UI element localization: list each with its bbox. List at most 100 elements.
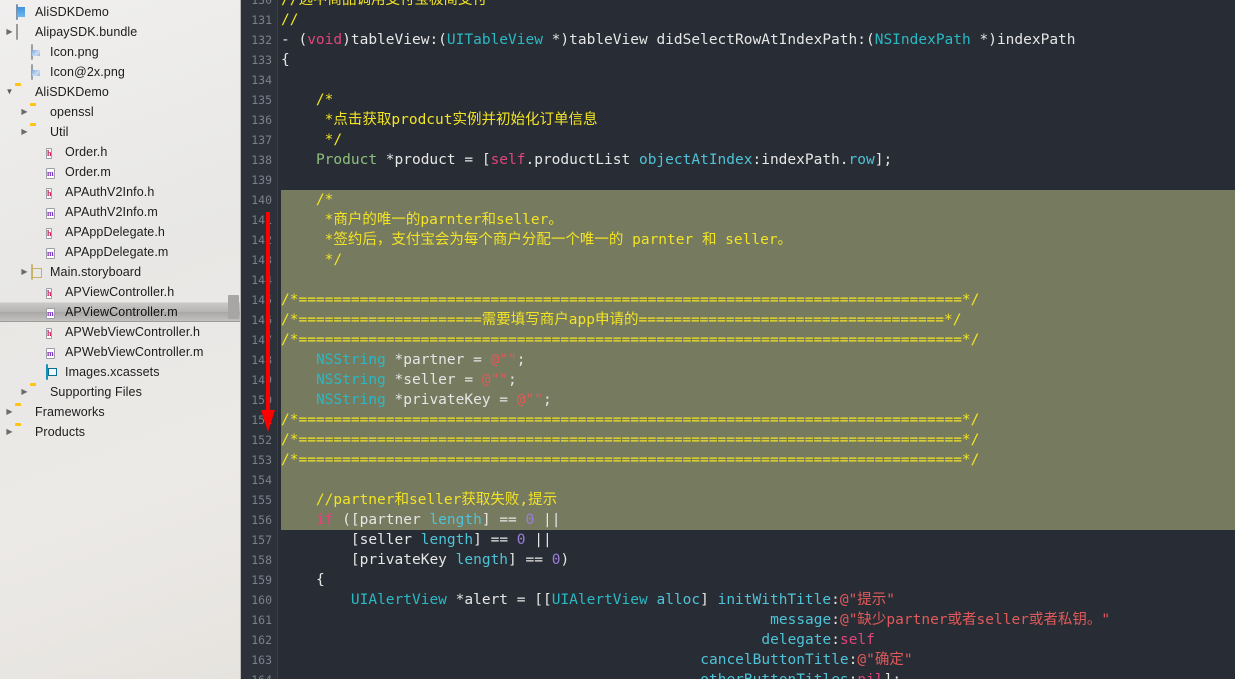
- sidebar-item-products[interactable]: ▶ Products: [0, 422, 240, 442]
- disclosure-spacer: ▶: [34, 308, 45, 316]
- folder-icon: [15, 85, 30, 100]
- code-line[interactable]: /*======================================…: [281, 410, 979, 430]
- sidebar-item-icon-2x-png[interactable]: ▶ Icon@2x.png: [0, 62, 240, 82]
- disclosure-spacer: ▶: [34, 248, 45, 256]
- sidebar-item-order-h[interactable]: ▶h Order.h: [0, 142, 240, 162]
- line-number: 158: [251, 553, 272, 567]
- sidebar-item-apappdelegate-m[interactable]: ▶m APAppDelegate.m: [0, 242, 240, 262]
- sidebar-item-supporting-files[interactable]: ▶ Supporting Files: [0, 382, 240, 402]
- project-navigator[interactable]: ▶ AliSDKDemo ▶ AlipaySDK.bundle ▶ Icon.png ▶ Ic…: [0, 0, 241, 679]
- code-line[interactable]: /*=====================需要填写商户app申请的=====…: [281, 310, 961, 330]
- code-line[interactable]: //partner和seller获取失败,提示: [281, 490, 557, 510]
- sidebar-item-apwebviewcontroller-m[interactable]: ▶m APWebViewController.m: [0, 342, 240, 362]
- code-line[interactable]: Product *product = [self.productList obj…: [281, 150, 892, 170]
- sidebar-item-alisdkdemo[interactable]: ▶ AliSDKDemo: [0, 2, 240, 22]
- sidebar-item-label: APAppDelegate.m: [65, 245, 169, 259]
- code-line[interactable]: *点击获取prodcut实例并初始化订单信息: [281, 110, 598, 130]
- disclosure-spacer: ▶: [34, 368, 45, 376]
- sidebar-item-label: AliSDKDemo: [35, 85, 109, 99]
- code-line[interactable]: *商户的唯一的parnter和seller。: [281, 210, 563, 230]
- code-line[interactable]: /*: [281, 190, 333, 210]
- code-line[interactable]: *签约后，支付宝会为每个商户分配一个唯一的 parnter 和 seller。: [281, 230, 792, 250]
- code-line[interactable]: [privateKey length] == 0): [281, 550, 569, 570]
- code-line[interactable]: /*======================================…: [281, 430, 979, 450]
- code-line[interactable]: /*======================================…: [281, 450, 979, 470]
- method-file-icon: m: [46, 347, 55, 359]
- code-line[interactable]: cancelButtonTitle:@"确定": [281, 650, 912, 670]
- sidebar-item-frameworks[interactable]: ▶ Frameworks: [0, 402, 240, 422]
- sidebar-item-main-storyboard[interactable]: ▶ Main.storyboard: [0, 262, 240, 282]
- sidebar-item-util[interactable]: ▶ Util: [0, 122, 240, 142]
- sidebar-item-label: APWebViewController.m: [65, 345, 204, 359]
- line-number: 156: [251, 513, 272, 527]
- sidebar-item-apauthv2info-h[interactable]: ▶h APAuthV2Info.h: [0, 182, 240, 202]
- code-line[interactable]: message:@"缺少partner或者seller或者私钥。": [281, 610, 1110, 630]
- disclosure-spacer: ▶: [34, 228, 45, 236]
- chevron-right-icon[interactable]: ▶: [19, 108, 30, 116]
- code-line[interactable]: NSString *partner = @"";: [281, 350, 526, 370]
- sidebar-item-apappdelegate-h[interactable]: ▶h APAppDelegate.h: [0, 222, 240, 242]
- sidebar-item-apviewcontroller-h[interactable]: ▶h APViewController.h: [0, 282, 240, 302]
- line-number: 164: [242, 670, 272, 679]
- line-number: 132: [251, 33, 272, 47]
- method-file-icon: m: [46, 207, 55, 219]
- project-navigator-list[interactable]: ▶ AliSDKDemo ▶ AlipaySDK.bundle ▶ Icon.png ▶ Ic…: [0, 0, 240, 442]
- line-number: 160: [251, 593, 272, 607]
- code-line[interactable]: {: [281, 50, 290, 70]
- method-file-icon: m: [46, 167, 55, 179]
- sidebar-scrollbar-track[interactable]: [228, 0, 239, 679]
- code-line[interactable]: delegate:self: [281, 630, 875, 650]
- sidebar-item-label: APAppDelegate.h: [65, 225, 165, 239]
- code-line[interactable]: - (void)tableView:(UITableView *)tableVi…: [281, 30, 1076, 50]
- line-number: 133: [251, 53, 272, 67]
- disclosure-spacer: ▶: [19, 48, 30, 56]
- code-line[interactable]: /*======================================…: [281, 330, 979, 350]
- code-line[interactable]: //: [281, 10, 298, 30]
- sidebar-item-apwebviewcontroller-h[interactable]: ▶h APWebViewController.h: [0, 322, 240, 342]
- code-line[interactable]: [seller length] == 0 ||: [281, 530, 552, 550]
- code-line[interactable]: if ([partner length] == 0 ||: [281, 510, 561, 530]
- image-file-icon: [30, 43, 45, 60]
- code-line[interactable]: NSString *seller = @"";: [281, 370, 517, 390]
- chevron-right-icon[interactable]: ▶: [4, 408, 15, 416]
- code-line[interactable]: {: [281, 570, 325, 590]
- source-editor[interactable]: 130 131 132 133 134 135 136 137 138 139 140 141 142 1…: [241, 0, 1235, 679]
- chevron-right-icon[interactable]: ▶: [4, 28, 15, 36]
- sidebar-item-icon-png[interactable]: ▶ Icon.png: [0, 42, 240, 62]
- header-file-icon: h: [46, 287, 53, 299]
- code-line[interactable]: UIAlertView *alert = [[UIAlertView alloc…: [281, 590, 895, 610]
- chevron-right-icon[interactable]: ▶: [4, 428, 15, 436]
- chevron-down-icon[interactable]: ▼: [4, 88, 15, 96]
- sidebar-item-label: Order.h: [65, 145, 108, 159]
- sidebar-item-order-m[interactable]: ▶m Order.m: [0, 162, 240, 182]
- disclosure-spacer: ▶: [34, 348, 45, 356]
- chevron-right-icon[interactable]: ▶: [19, 268, 30, 276]
- sidebar-item-apviewcontroller-m[interactable]: ▶m APViewController.m: [0, 302, 240, 322]
- header-file-icon: h: [46, 147, 53, 159]
- line-number: 134: [251, 73, 272, 87]
- sidebar-scrollbar-thumb[interactable]: [228, 295, 239, 319]
- code-line[interactable]: */: [281, 130, 342, 150]
- chevron-right-icon[interactable]: ▶: [19, 128, 30, 136]
- disclosure-spacer: ▶: [19, 68, 30, 76]
- disclosure-spacer: ▶: [34, 168, 45, 176]
- code-line[interactable]: //选中商品调用支付宝极简支付: [281, 0, 487, 10]
- sidebar-item-alipaysdk-bundle[interactable]: ▶ AlipaySDK.bundle: [0, 22, 240, 42]
- sidebar-item-images-xcassets[interactable]: ▶ Images.xcassets: [0, 362, 240, 382]
- folder-icon: [15, 425, 30, 440]
- code-content[interactable]: //选中商品调用支付宝极简支付//- (void)tableView:(UITa…: [281, 0, 1235, 679]
- code-line[interactable]: /*: [281, 90, 333, 110]
- header-file-icon: h: [46, 327, 53, 339]
- disclosure-spacer: ▶: [34, 148, 45, 156]
- code-line[interactable]: */: [281, 250, 342, 270]
- sidebar-item-alisdkdemo[interactable]: ▼ AliSDKDemo: [0, 82, 240, 102]
- chevron-right-icon[interactable]: ▶: [19, 388, 30, 396]
- sidebar-item-openssl[interactable]: ▶ openssl: [0, 102, 240, 122]
- sidebar-item-apauthv2info-m[interactable]: ▶m APAuthV2Info.m: [0, 202, 240, 222]
- line-number: 155: [251, 493, 272, 507]
- code-line[interactable]: NSString *privateKey = @"";: [281, 390, 552, 410]
- header-file-icon: h: [46, 187, 53, 199]
- storyboard-icon: [30, 263, 45, 280]
- code-line[interactable]: /*======================================…: [281, 290, 979, 310]
- code-line[interactable]: otherButtonTitles:nil];: [281, 670, 901, 679]
